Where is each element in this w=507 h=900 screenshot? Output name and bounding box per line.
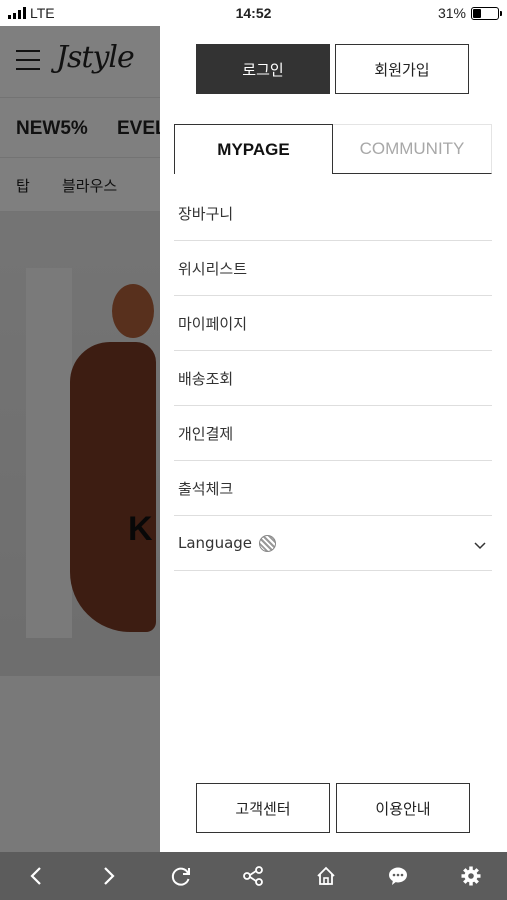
battery-percent: 31% [437, 5, 466, 21]
drawer-tabs: MYPAGE COMMUNITY [174, 124, 492, 174]
customer-center-button[interactable]: 고객센터 [196, 783, 330, 833]
menu-item-payment[interactable]: 개인결제 [174, 406, 492, 461]
side-drawer: 로그인 회원가입 MYPAGE COMMUNITY 장바구니 위시리스트 마이페… [160, 26, 507, 852]
login-button[interactable]: 로그인 [196, 44, 330, 94]
tab-mypage[interactable]: MYPAGE [174, 124, 333, 174]
share-icon[interactable] [231, 854, 275, 898]
menu-item-wishlist[interactable]: 위시리스트 [174, 241, 492, 296]
mypage-menu: 장바구니 위시리스트 마이페이지 배송조회 개인결제 출석체크 Language [174, 186, 492, 571]
chevron-down-icon [474, 536, 486, 554]
guide-button[interactable]: 이용안내 [336, 783, 470, 833]
globe-icon [259, 534, 277, 552]
forward-icon[interactable] [87, 854, 131, 898]
menu-item-cart[interactable]: 장바구니 [174, 186, 492, 241]
battery-group: 31% [437, 5, 502, 21]
tab-community[interactable]: COMMUNITY [333, 124, 492, 174]
menu-item-attendance[interactable]: 출석체크 [174, 461, 492, 516]
home-icon[interactable] [304, 854, 348, 898]
refresh-icon[interactable] [159, 854, 203, 898]
drawer-backdrop[interactable] [0, 26, 160, 852]
status-bar: LTE 14:52 31% [0, 0, 507, 26]
chat-icon[interactable] [376, 854, 420, 898]
battery-fill [473, 8, 482, 18]
battery-icon [471, 6, 502, 20]
menu-item-mypage[interactable]: 마이페이지 [174, 296, 492, 351]
clock: 14:52 [235, 5, 272, 21]
signup-button[interactable]: 회원가입 [335, 44, 469, 94]
language-selector[interactable]: Language [174, 516, 492, 571]
back-icon[interactable] [14, 854, 58, 898]
menu-item-delivery[interactable]: 배송조회 [174, 351, 492, 406]
language-label: Language [178, 534, 253, 552]
browser-toolbar [0, 852, 507, 900]
settings-icon[interactable] [449, 854, 493, 898]
